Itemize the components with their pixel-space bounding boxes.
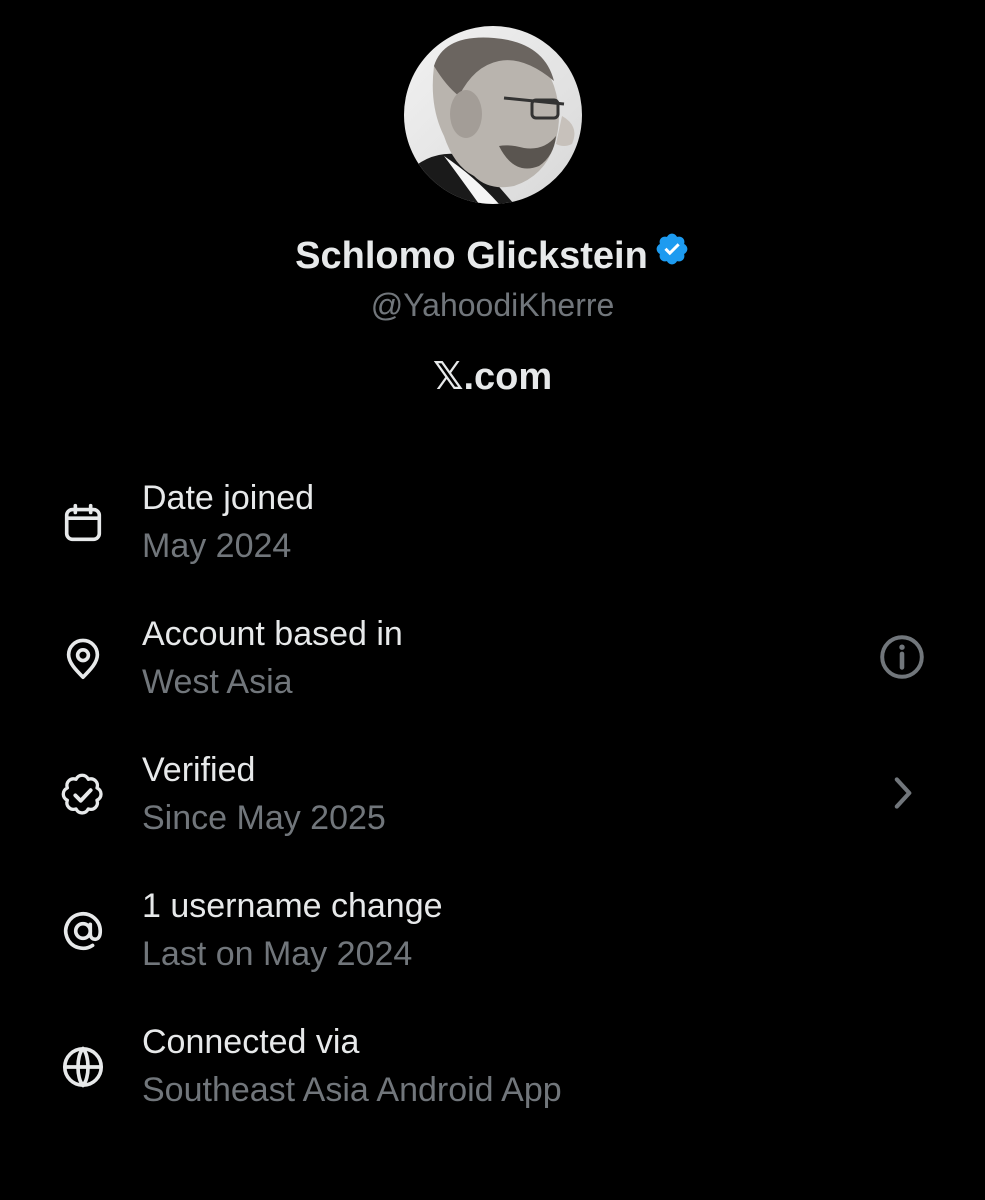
info-row-date-joined: Date joined May 2024 [0, 476, 985, 586]
row-title: 1 username change [142, 887, 443, 925]
verified-check-icon [61, 773, 103, 815]
row-subtitle: Last on May 2024 [142, 935, 413, 973]
info-row-verified[interactable]: Verified Since May 2025 [0, 748, 985, 858]
info-icon[interactable] [877, 632, 927, 682]
calendar-icon [64, 503, 102, 542]
display-name-row: Schlomo Glickstein [0, 232, 985, 280]
x-logo-icon: 𝕏 [432, 354, 464, 398]
info-row-username-change: 1 username change Last on May 2024 [0, 884, 985, 994]
chevron-right-icon[interactable] [877, 768, 927, 818]
avatar[interactable] [404, 26, 582, 204]
verified-badge-icon [654, 231, 690, 279]
row-title: Date joined [142, 479, 315, 517]
globe-icon [62, 1046, 104, 1088]
display-name: Schlomo Glickstein [295, 235, 648, 277]
row-subtitle: West Asia [142, 663, 293, 701]
location-pin-icon [66, 638, 100, 680]
at-sign-icon [63, 911, 103, 951]
info-row-connected-via: Connected via Southeast Asia Android App [0, 1020, 985, 1130]
row-title: Verified [142, 751, 256, 789]
row-title: Account based in [142, 615, 403, 653]
row-subtitle: May 2024 [142, 527, 292, 565]
info-row-account-based-in: Account based in West Asia [0, 612, 985, 722]
username-handle: @YahoodiKherre [370, 287, 615, 323]
row-subtitle: Since May 2025 [142, 799, 386, 837]
profile-photo [404, 26, 582, 204]
row-title: Connected via [142, 1023, 360, 1061]
row-subtitle: Southeast Asia Android App [142, 1071, 562, 1109]
site-link[interactable]: 𝕏.com [0, 352, 985, 401]
site-label: .com [463, 356, 553, 398]
